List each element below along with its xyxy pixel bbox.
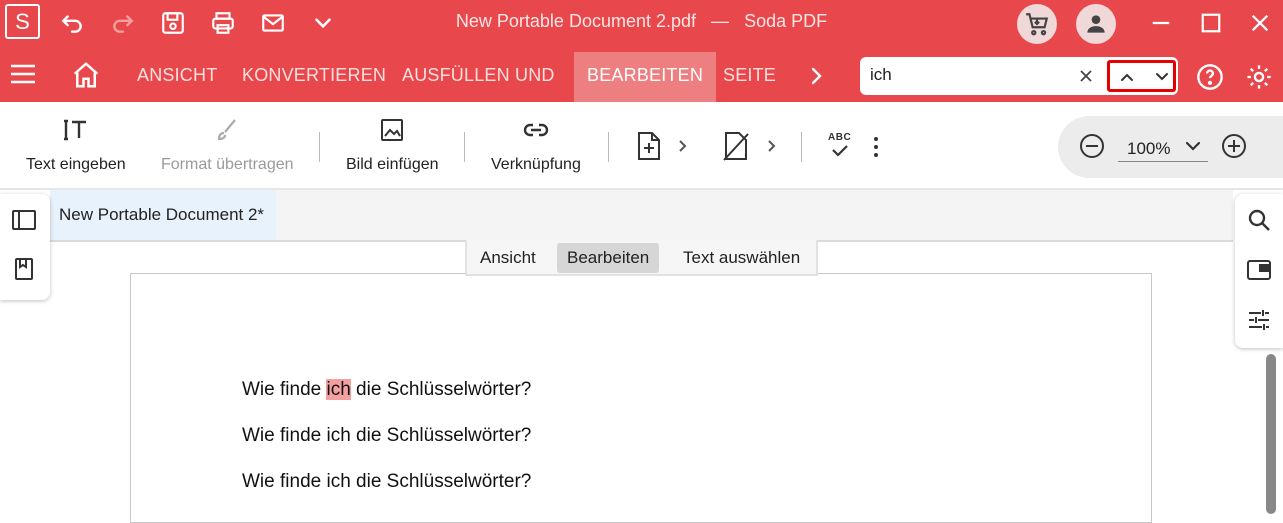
format-transfer-label: Format übertragen [161, 156, 294, 173]
close-button[interactable] [1245, 8, 1275, 38]
mode-text-auswaehlen[interactable]: Text auswählen [673, 243, 810, 273]
home-icon[interactable] [71, 60, 101, 90]
search-bar [860, 57, 1178, 95]
toolbar-divider [319, 132, 320, 162]
help-icon[interactable] [1196, 63, 1224, 91]
mode-bearbeiten[interactable]: Bearbeiten [557, 243, 660, 273]
minimize-icon [1152, 21, 1170, 25]
search-match-highlight: ich [326, 379, 351, 400]
bookmark-icon[interactable] [11, 256, 37, 282]
document-tab-strip: New Portable Document 2* [50, 190, 1233, 242]
search-result-navigation [1107, 60, 1176, 92]
hamburger-menu-icon[interactable] [8, 61, 38, 87]
line-1-after: die Schlüsselwörter? [350, 379, 532, 400]
account-button[interactable] [1076, 4, 1116, 44]
zoom-out-icon[interactable] [1078, 132, 1106, 160]
tab-seite[interactable]: SEITE [723, 65, 776, 86]
search-icon[interactable] [1246, 207, 1272, 233]
delete-page-icon[interactable] [721, 130, 751, 162]
line-1-before: Wie finde [242, 379, 327, 400]
toolbar-divider [801, 132, 802, 162]
mode-switcher: Ansicht Bearbeiten Text auswählen [465, 240, 818, 276]
more-vertical-icon[interactable] [868, 136, 884, 158]
title-bar: S New Portable Document 2.pdf — Soda PDF [0, 0, 1283, 46]
edit-toolbar: Text eingeben Format übertragen Bild ein… [0, 102, 1283, 190]
search-input[interactable] [870, 65, 1060, 85]
link-icon [523, 123, 549, 137]
panel-icon[interactable] [1246, 257, 1272, 283]
spellcheck-label: ABC [828, 132, 852, 143]
chevron-down-icon [1185, 141, 1201, 151]
gear-icon[interactable] [1245, 63, 1273, 91]
chevron-down-icon[interactable] [1153, 68, 1171, 86]
zoom-select[interactable]: 100% [1118, 134, 1208, 162]
add-page-icon[interactable] [634, 130, 664, 162]
app-name: Soda PDF [744, 11, 828, 31]
link-label: Verknüpfung [491, 156, 581, 173]
maximize-icon [1201, 13, 1221, 33]
doc-title: New Portable Document 2.pdf [455, 11, 697, 31]
ribbon-tab-bar: ANSICHT KONVERTIEREN AUSFÜLLEN UND BEARB… [0, 46, 1283, 102]
maximize-button[interactable] [1196, 8, 1226, 38]
insert-image-tool[interactable]: Bild einfügen [346, 116, 439, 174]
zoom-controls: 100% [1058, 116, 1283, 178]
cart-button[interactable] [1017, 4, 1057, 44]
toolbar-divider [464, 132, 465, 162]
brush-icon [218, 119, 237, 141]
zoom-in-icon[interactable] [1220, 132, 1248, 160]
mode-ansicht[interactable]: Ansicht [470, 243, 546, 273]
tab-ansicht[interactable]: ANSICHT [137, 65, 217, 86]
insert-image-label: Bild einfügen [346, 156, 439, 173]
format-transfer-tool[interactable]: Format übertragen [161, 116, 294, 174]
document-area: New Portable Document 2* Wie finde ich d… [0, 190, 1283, 523]
vertical-scrollbar[interactable] [1266, 354, 1276, 514]
cart-icon [1026, 13, 1049, 36]
image-icon [381, 119, 404, 141]
sidebar-toggle-icon[interactable] [11, 207, 37, 233]
doc-line-1[interactable]: Wie finde ich die Schlüsselwörter? [242, 379, 531, 401]
toolbar-divider [608, 132, 609, 162]
pdf-page: Wie finde ich die Schlüsselwörter? Wie f… [130, 273, 1152, 523]
doc-line-2[interactable]: Wie finde ich die Schlüsselwörter? [242, 425, 531, 447]
title-separator: — [711, 11, 730, 31]
checkmark-icon [832, 145, 848, 157]
chevron-right-icon[interactable] [766, 138, 778, 154]
user-icon [1087, 15, 1105, 33]
text-cursor-icon [63, 119, 86, 141]
text-input-label: Text eingeben [26, 156, 126, 173]
zoom-value: 100% [1127, 139, 1171, 158]
sliders-icon[interactable] [1246, 307, 1272, 333]
clear-icon[interactable] [1076, 66, 1096, 86]
chevron-right-icon[interactable] [677, 138, 689, 154]
tab-bearbeiten[interactable]: BEARBEITEN [574, 52, 717, 102]
link-tool[interactable]: Verknüpfung [491, 116, 581, 174]
document-tab[interactable]: New Portable Document 2* [50, 190, 276, 240]
text-input-tool[interactable]: Text eingeben [26, 116, 126, 174]
close-icon [1251, 14, 1269, 32]
minimize-button[interactable] [1146, 8, 1176, 38]
tab-ausfuellen[interactable]: AUSFÜLLEN UND [402, 65, 555, 86]
left-side-panel [0, 194, 50, 300]
doc-line-3[interactable]: Wie finde ich die Schlüsselwörter? [242, 471, 531, 493]
right-side-panel [1235, 194, 1283, 348]
spellcheck-button[interactable]: ABC [828, 132, 856, 162]
chevron-up-icon[interactable] [1118, 68, 1136, 86]
chevron-right-icon[interactable] [806, 64, 826, 88]
tab-konvertieren[interactable]: KONVERTIEREN [242, 65, 386, 86]
